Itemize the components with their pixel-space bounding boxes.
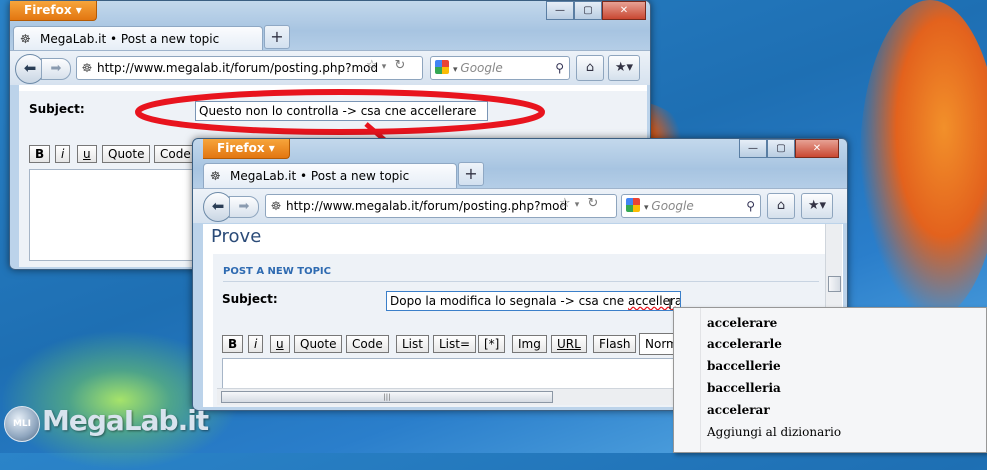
subject-input[interactable]: Dopo la modifica lo segnala -> csa cne a…: [386, 291, 681, 311]
search-placeholder: Google: [651, 199, 694, 213]
bold-button[interactable]: B: [222, 335, 244, 353]
google-logo-icon: [626, 198, 640, 212]
suggestion-item[interactable]: accelerar: [707, 403, 770, 417]
forward-arrow-icon[interactable]: ➡: [229, 196, 259, 218]
underline-button[interactable]: u: [270, 335, 290, 353]
minimize-button[interactable]: —: [739, 139, 767, 158]
tab-title: MegaLab.it • Post a new topic: [230, 169, 410, 183]
maximize-button[interactable]: ▢: [767, 139, 795, 158]
add-to-dictionary-item[interactable]: Aggiungi al dizionario: [707, 425, 841, 439]
window-controls: — ▢ ✕: [739, 139, 839, 158]
scroll-thumb[interactable]: [828, 276, 841, 292]
list-item-button[interactable]: [*]: [478, 335, 506, 353]
site-identity-icon: ☸: [270, 199, 282, 213]
site-favicon-icon: ☸: [210, 169, 221, 183]
list-button[interactable]: List: [396, 335, 429, 353]
address-text: http://www.megalab.it/forum/posting.php?…: [286, 199, 568, 213]
misspelled-word: accellerare: [627, 294, 680, 308]
megalab-logo-icon: MLI: [4, 406, 40, 442]
reload-icon[interactable]: ↻: [587, 196, 598, 211]
page-heading: Prove: [211, 226, 262, 247]
text-cursor-icon: I: [668, 297, 673, 313]
flash-button[interactable]: Flash: [593, 335, 637, 353]
new-tab-button[interactable]: +: [458, 162, 484, 186]
subject-text: Dopo la modifica lo segnala -> csa cne: [390, 294, 628, 308]
search-icon[interactable]: ⚲: [746, 195, 755, 217]
list-ordered-button[interactable]: List=: [433, 335, 477, 353]
img-button[interactable]: Img: [512, 335, 547, 353]
italic-button[interactable]: i: [248, 335, 264, 353]
annotation-ellipse: [135, 89, 545, 135]
suggestion-item[interactable]: accelerarle: [707, 337, 782, 351]
quote-button[interactable]: Quote: [294, 335, 343, 353]
home-icon[interactable]: ⌂: [767, 193, 795, 219]
close-button[interactable]: ✕: [795, 139, 839, 158]
bookmark-star-icon[interactable]: ☆: [559, 196, 571, 211]
url-button[interactable]: URL: [551, 335, 587, 353]
subject-label: Subject:: [222, 292, 278, 306]
firefox-menu-button[interactable]: Firefox ▾: [203, 139, 290, 159]
dropdown-icon[interactable]: ▾: [575, 200, 580, 210]
section-title: POST A NEW TOPIC: [223, 266, 331, 277]
browser-tab[interactable]: ☸ MegaLab.it • Post a new topic: [203, 163, 457, 188]
suggestion-item[interactable]: accelerare: [707, 316, 777, 330]
watermark-text: MegaLab.it: [42, 404, 209, 437]
navigation-toolbar: ⬅ ➡ ☸ http://www.megalab.it/forum/posting…: [193, 188, 847, 223]
spelling-context-menu: accelerare accelerarle baccellerie bacce…: [673, 307, 987, 453]
search-box[interactable]: ▾ Google ⚲: [621, 194, 761, 218]
code-button[interactable]: Code: [346, 335, 389, 353]
suggestion-item[interactable]: baccellerie: [707, 359, 781, 373]
suggestion-item[interactable]: baccelleria: [707, 381, 781, 395]
bookmarks-icon[interactable]: ★▾: [801, 193, 833, 219]
horizontal-scroll-thumb[interactable]: |||: [221, 391, 553, 403]
